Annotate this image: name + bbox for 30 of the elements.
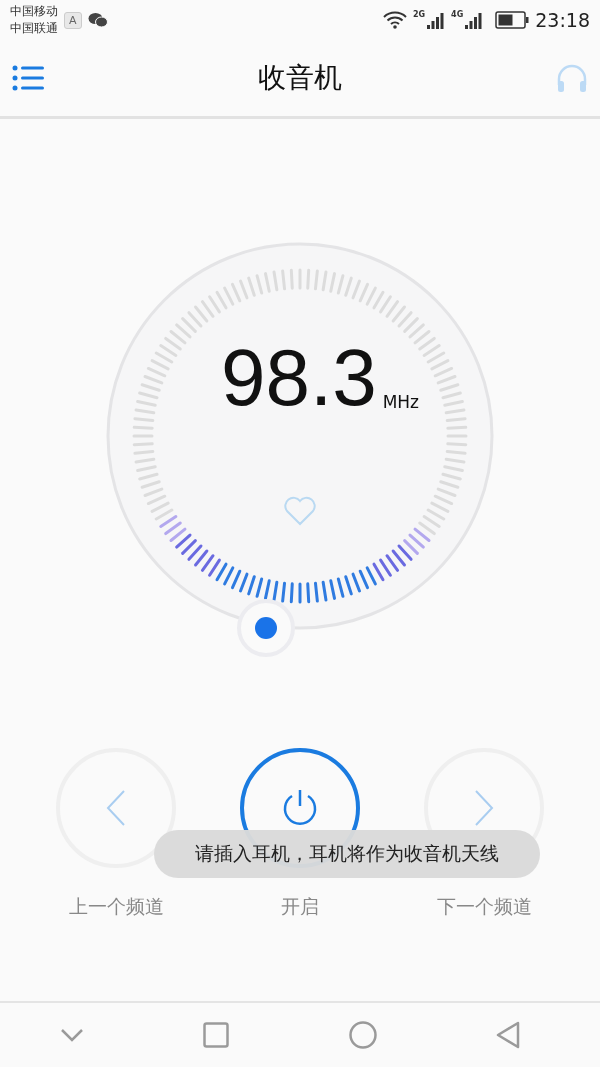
tuning-dial[interactable]: [106, 242, 494, 630]
chevron-down-icon[interactable]: [59, 1028, 84, 1042]
carrier-name: 中国移动: [10, 3, 58, 20]
signal-icon: [465, 11, 484, 29]
headphones-icon[interactable]: [556, 63, 588, 93]
carrier-name: 中国联通: [10, 20, 58, 37]
power-icon: [281, 788, 319, 828]
recents-icon[interactable]: [203, 1022, 230, 1048]
network-type-label: 2G: [412, 10, 426, 19]
favorite-heart-icon[interactable]: [283, 496, 317, 526]
menu-icon[interactable]: [12, 65, 44, 91]
control-label: 开启: [281, 894, 319, 919]
back-icon[interactable]: [496, 1021, 521, 1049]
app-title: 收音机: [257, 60, 343, 96]
chevron-right-icon: [472, 788, 496, 828]
chat-icon: [87, 12, 108, 28]
keyboard-badge: A: [64, 11, 82, 29]
frequency-unit: MHz: [382, 392, 420, 412]
network-type-label: 4G: [451, 10, 464, 19]
hint-toast: 请插入耳机，耳机将作为收音机天线: [154, 830, 540, 878]
handle-dot: [255, 617, 277, 639]
chevron-left-icon: [104, 788, 128, 828]
home-icon[interactable]: [348, 1021, 377, 1049]
clock-time: 23:18: [535, 9, 590, 31]
battery-icon: [495, 11, 530, 29]
wifi-icon: [382, 11, 407, 29]
control-label: 上一个频道: [68, 894, 164, 919]
signal-icon: [427, 11, 446, 29]
frequency-value: 98.3: [220, 338, 377, 418]
control-label: 下一个频道: [436, 894, 532, 919]
